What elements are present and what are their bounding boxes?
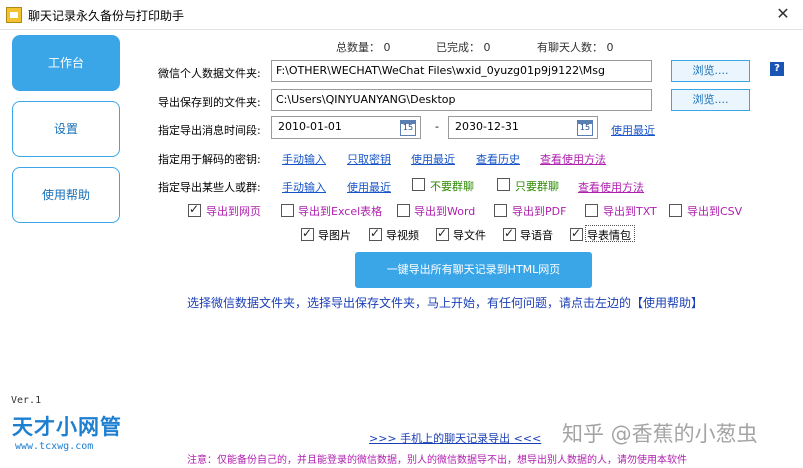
sidebar-item-workbench[interactable]: 工作台 xyxy=(12,35,120,91)
media-file-label: 导文件 xyxy=(453,229,486,242)
key-method-link[interactable]: 查看使用方法 xyxy=(540,151,606,167)
key-recent-link[interactable]: 使用最近 xyxy=(411,151,455,167)
stat-done: 已完成： 0 xyxy=(436,41,491,54)
title-bar: 聊天记录永久备份与打印助手 ✕ xyxy=(0,0,803,30)
watermark: 知乎 @香蕉的小葱虫 xyxy=(562,422,758,446)
media-image-checkbox[interactable] xyxy=(301,226,314,241)
format-pdf-label: 导出到PDF xyxy=(512,205,567,218)
folder-label: 微信个人数据文件夹: xyxy=(158,67,261,80)
save-folder-field[interactable]: C:\Users\QINYUANYANG\Desktop xyxy=(271,89,652,111)
media-voice-label: 导语音 xyxy=(520,229,553,242)
format-excel-label: 导出到Excel表格 xyxy=(298,205,383,218)
folder-field[interactable]: F:\OTHER\WECHAT\WeChat Files\wxid_0yuzg0… xyxy=(271,60,652,82)
phone-export-link[interactable]: >>> 手机上的聊天记录导出 <<< xyxy=(369,430,541,446)
key-extract-link[interactable]: 只取密钥 xyxy=(347,151,391,167)
calendar-icon[interactable]: 15 xyxy=(400,120,416,136)
save-browse-button[interactable]: 浏览.... xyxy=(671,89,750,111)
format-web-checkbox[interactable] xyxy=(188,202,201,217)
save-label: 导出保存到的文件夹: xyxy=(158,96,261,109)
instruction-text: 选择微信数据文件夹，选择导出保存文件夹，马上开始，有任何问题，请点击左边的【使用… xyxy=(187,296,704,310)
people-recent-link[interactable]: 使用最近 xyxy=(347,179,391,195)
format-word-label: 导出到Word xyxy=(414,205,476,218)
date-separator: - xyxy=(435,120,439,133)
start-date-value: 2010-01-01 xyxy=(278,120,342,133)
media-file-checkbox[interactable] xyxy=(436,226,449,241)
media-voice-checkbox[interactable] xyxy=(503,226,516,241)
only-group-checkbox[interactable] xyxy=(497,178,510,191)
end-date-value: 2030-12-31 xyxy=(455,120,519,133)
calendar-icon[interactable]: 15 xyxy=(577,120,593,136)
people-manual-link[interactable]: 手动输入 xyxy=(282,179,326,195)
brand-url: www.tcxwg.com xyxy=(15,441,94,452)
media-image-label: 导图片 xyxy=(318,229,351,242)
key-label: 指定用于解码的密钥: xyxy=(158,153,261,166)
end-date-picker[interactable]: 2030-12-31 15 xyxy=(448,116,598,139)
format-txt-label: 导出到TXT xyxy=(603,205,657,218)
export-html-button[interactable]: 一键导出所有聊天记录到HTML网页 xyxy=(355,252,592,288)
version-label: Ver.1 xyxy=(11,395,42,406)
stat-contacts: 有聊天人数： 0 xyxy=(537,41,614,54)
stat-total: 总数量： 0 xyxy=(336,41,391,54)
format-web-label: 导出到网页 xyxy=(206,205,261,218)
sidebar-item-help[interactable]: 使用帮助 xyxy=(12,167,120,223)
format-txt-checkbox[interactable] xyxy=(585,204,598,217)
no-group-label: 不要群聊 xyxy=(430,180,474,193)
format-pdf-checkbox[interactable] xyxy=(494,204,507,217)
media-video-label: 导视频 xyxy=(386,229,419,242)
app-icon xyxy=(6,7,22,23)
format-csv-checkbox[interactable] xyxy=(669,204,682,217)
no-group-checkbox[interactable] xyxy=(412,178,425,191)
key-history-link[interactable]: 查看历史 xyxy=(476,151,520,167)
format-excel-checkbox[interactable] xyxy=(281,204,294,217)
start-date-picker[interactable]: 2010-01-01 15 xyxy=(271,116,421,139)
key-manual-link[interactable]: 手动输入 xyxy=(282,151,326,167)
media-sticker-label: 导表情包 xyxy=(587,229,631,242)
sidebar-item-settings[interactable]: 设置 xyxy=(12,101,120,157)
help-icon[interactable]: ? xyxy=(770,62,784,76)
only-group-label: 只要群聊 xyxy=(515,180,559,193)
folder-browse-button[interactable]: 浏览.... xyxy=(671,60,750,82)
close-button[interactable]: ✕ xyxy=(773,4,793,24)
notice-text: 注意：仅能备份自己的，并且能登录的微信数据，别人的微信数据导不出，想导出别人数据… xyxy=(187,455,687,466)
brand-logo: 天才小网管 xyxy=(12,415,122,439)
media-video-checkbox[interactable] xyxy=(369,226,382,241)
media-sticker-checkbox[interactable] xyxy=(570,226,583,241)
window-title: 聊天记录永久备份与打印助手 xyxy=(28,9,185,23)
period-recent-link[interactable]: 使用最近 xyxy=(611,122,655,138)
format-word-checkbox[interactable] xyxy=(397,204,410,217)
people-method-link[interactable]: 查看使用方法 xyxy=(578,179,644,195)
format-csv-label: 导出到CSV xyxy=(687,205,743,218)
period-label: 指定导出消息时间段: xyxy=(158,124,261,137)
people-label: 指定导出某些人或群: xyxy=(158,181,261,194)
